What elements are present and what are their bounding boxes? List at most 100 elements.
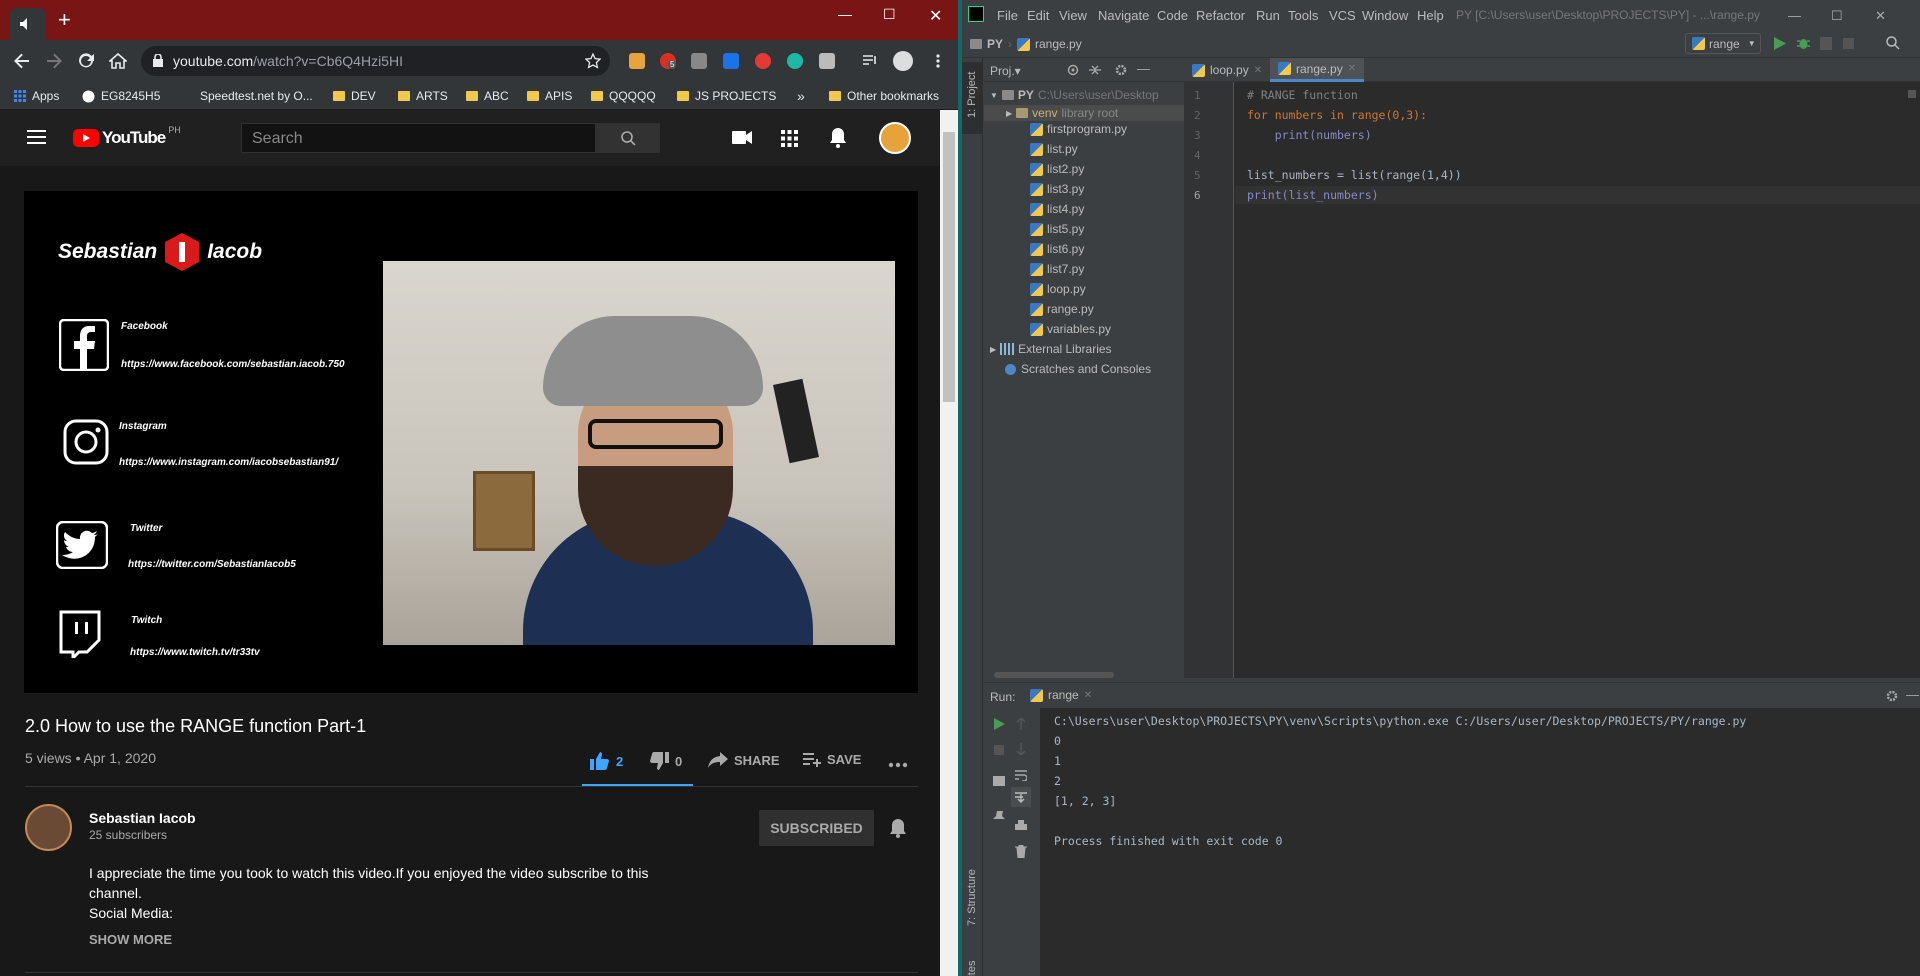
show-more-button[interactable]: SHOW MORE: [89, 932, 172, 947]
tree-item-file[interactable]: variables.py: [1030, 322, 1111, 336]
tree-item-file[interactable]: list.py: [1030, 142, 1078, 156]
new-tab-button[interactable]: +: [58, 9, 71, 31]
bookmark-item[interactable]: EG8245H5: [82, 88, 160, 104]
hide-run-panel-button[interactable]: —: [1906, 687, 1919, 702]
star-icon[interactable]: [585, 53, 601, 69]
menu-help[interactable]: Help: [1417, 8, 1444, 23]
tree-item-file[interactable]: loop.py: [1030, 282, 1086, 296]
tree-item-file[interactable]: firstprogram.py: [1030, 122, 1127, 136]
breadcrumb-file[interactable]: range.py: [1035, 37, 1082, 51]
menu-vcs[interactable]: VCS: [1329, 8, 1356, 23]
search-button[interactable]: [596, 123, 660, 153]
save-button[interactable]: SAVE: [803, 752, 861, 767]
extension-icon[interactable]: [787, 53, 803, 69]
bell-icon[interactable]: [829, 128, 847, 148]
menu-view[interactable]: View: [1059, 8, 1087, 23]
notification-bell-icon[interactable]: [888, 818, 908, 838]
tree-item-scratches[interactable]: Scratches and Consoles: [1004, 362, 1151, 376]
more-actions-icon[interactable]: [888, 762, 908, 768]
media-icon[interactable]: [862, 53, 878, 69]
breadcrumb-root[interactable]: PY: [987, 37, 1003, 51]
menu-dots-icon[interactable]: [930, 53, 946, 69]
extension-icon[interactable]: [629, 53, 645, 69]
youtube-logo[interactable]: YouTube PH: [73, 125, 181, 148]
bookmark-folder[interactable]: ABC: [466, 88, 509, 104]
back-icon[interactable]: [13, 52, 31, 70]
extension-icon[interactable]: 5: [660, 53, 677, 69]
menu-window[interactable]: Window: [1362, 8, 1408, 23]
reload-icon[interactable]: [77, 52, 95, 70]
search-everywhere-icon[interactable]: [1886, 36, 1900, 50]
scroll-to-end-toggle[interactable]: [1011, 787, 1031, 807]
create-video-icon[interactable]: [732, 130, 752, 145]
page-scrollbar[interactable]: [940, 110, 958, 976]
run-icon[interactable]: [1774, 37, 1786, 50]
horizontal-scrollbar[interactable]: [994, 672, 1114, 678]
bookmark-folder[interactable]: ARTS: [398, 88, 448, 104]
coverage-icon[interactable]: [1820, 37, 1832, 50]
gear-icon[interactable]: [1115, 64, 1127, 76]
search-input[interactable]: Search: [241, 123, 596, 153]
subscribed-button[interactable]: SUBSCRIBED: [759, 810, 874, 846]
channel-name[interactable]: Sebastian Iacob: [89, 810, 196, 826]
soft-wrap-icon[interactable]: [1015, 769, 1027, 781]
tree-item-file[interactable]: list4.py: [1030, 202, 1084, 216]
apps-icon[interactable]: [781, 130, 798, 147]
menu-run[interactable]: Run: [1256, 8, 1280, 23]
locate-icon[interactable]: [1067, 64, 1079, 76]
project-view-select[interactable]: Proj.▾: [990, 64, 1021, 78]
structure-tool-label[interactable]: 7: Structure: [966, 869, 978, 926]
trash-icon[interactable]: [1015, 845, 1027, 858]
favorites-tool-label[interactable]: 2: Favorites: [966, 961, 978, 976]
run-tab[interactable]: range ✕: [1030, 688, 1092, 702]
gear-icon[interactable]: [1886, 690, 1898, 702]
stop-icon[interactable]: [1843, 38, 1854, 49]
close-tab-icon[interactable]: ✕: [1254, 65, 1262, 76]
menu-refactor[interactable]: Refactor: [1196, 8, 1245, 23]
bookmark-folder[interactable]: APIS: [527, 88, 572, 104]
scrollbar-thumb[interactable]: [943, 132, 955, 402]
menu-tools[interactable]: Tools: [1288, 8, 1318, 23]
menu-edit[interactable]: Edit: [1027, 8, 1049, 23]
ide-maximize-button[interactable]: ☐: [1831, 8, 1843, 24]
hamburger-menu-icon[interactable]: [27, 130, 46, 144]
tree-item-file[interactable]: list7.py: [1030, 262, 1084, 276]
inspection-indicator[interactable]: [1908, 90, 1916, 98]
extension-icon[interactable]: [755, 53, 771, 69]
tree-item-file[interactable]: list5.py: [1030, 222, 1084, 236]
extension-icon[interactable]: [819, 53, 835, 69]
tab-loop-py[interactable]: loop.py ✕: [1184, 58, 1270, 82]
layout-icon[interactable]: [993, 776, 1005, 786]
up-arrow-icon[interactable]: [1016, 718, 1026, 730]
ide-close-button[interactable]: ✕: [1875, 8, 1886, 24]
extension-icon[interactable]: [723, 53, 739, 69]
rerun-icon[interactable]: [994, 718, 1005, 730]
account-avatar[interactable]: [879, 122, 911, 154]
browser-tab[interactable]: [9, 8, 46, 40]
channel-avatar[interactable]: [25, 804, 72, 851]
video-player[interactable]: Sebastian Iacob Facebook https://www.fac…: [24, 191, 918, 693]
close-run-tab-icon[interactable]: ✕: [1084, 690, 1092, 701]
tree-item-file[interactable]: list3.py: [1030, 182, 1084, 196]
home-icon[interactable]: [109, 52, 127, 70]
tree-item-file[interactable]: range.py: [1030, 302, 1094, 316]
run-console[interactable]: C:\Users\user\Desktop\PROJECTS\PY\venv\S…: [1040, 708, 1920, 976]
address-bar[interactable]: youtube.com/watch?v=Cb6Q4Hzi5HI: [141, 46, 610, 76]
stop-icon[interactable]: [994, 745, 1004, 755]
bookmark-item[interactable]: Speedtest.net by O...: [200, 88, 313, 104]
tree-item-file[interactable]: list6.py: [1030, 242, 1084, 256]
code-editor[interactable]: 1 2 3 4 5 6 # RANGE function for numbers…: [1184, 82, 1920, 678]
bookmark-folder[interactable]: DEV: [333, 88, 376, 104]
bookmark-other[interactable]: Other bookmarks: [829, 88, 939, 104]
forward-icon[interactable]: [45, 52, 63, 70]
tree-root[interactable]: ▼ PY C:\Users\user\Desktop: [990, 88, 1159, 102]
menu-navigate[interactable]: Navigate: [1098, 8, 1149, 23]
minimize-button[interactable]: —: [838, 6, 852, 22]
bookmark-folder[interactable]: JS PROJECTS: [677, 88, 776, 104]
dislike-button[interactable]: 0: [649, 752, 682, 770]
profile-avatar[interactable]: [893, 51, 913, 71]
pin-icon[interactable]: [993, 811, 1005, 823]
tree-item-venv[interactable]: ▶ venv library root: [984, 105, 1184, 121]
ide-minimize-button[interactable]: —: [1788, 8, 1801, 23]
maximize-button[interactable]: ☐: [883, 6, 896, 23]
